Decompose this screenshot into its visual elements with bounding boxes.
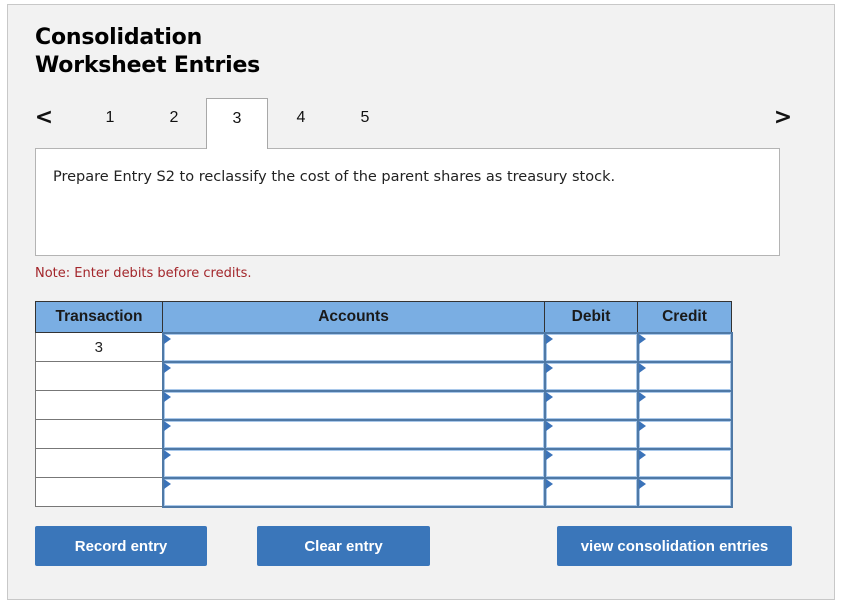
credit-input[interactable] xyxy=(638,391,731,419)
view-consolidation-entries-button[interactable]: view consolidation entries xyxy=(557,526,792,566)
transaction-cell: 3 xyxy=(35,332,163,362)
dropdown-marker-icon xyxy=(638,391,646,402)
tab-2[interactable]: 2 xyxy=(143,98,205,148)
dropdown-marker-icon xyxy=(163,333,171,344)
record-entry-button[interactable]: Record entry xyxy=(35,526,207,566)
dropdown-marker-icon xyxy=(163,478,171,489)
dropdown-marker-icon xyxy=(163,420,171,431)
dropdown-marker-icon xyxy=(545,449,553,460)
journal-entry-table: Transaction Accounts Debit Credit 3 xyxy=(35,301,733,508)
debit-input[interactable] xyxy=(545,333,637,361)
account-cell xyxy=(161,476,546,508)
account-cell xyxy=(161,331,546,363)
dropdown-marker-icon xyxy=(638,420,646,431)
table-row xyxy=(35,389,733,421)
title-line-1: Consolidation xyxy=(35,25,203,50)
debit-cell xyxy=(543,476,639,508)
column-header-transaction: Transaction xyxy=(35,301,163,333)
question-text: Prepare Entry S2 to reclassify the cost … xyxy=(53,169,616,185)
table-row xyxy=(35,447,733,479)
credit-cell xyxy=(636,389,733,421)
column-header-debit: Debit xyxy=(544,301,638,333)
account-dropdown[interactable] xyxy=(163,362,544,390)
account-cell xyxy=(161,389,546,421)
debit-cell xyxy=(543,418,639,450)
dropdown-marker-icon xyxy=(545,420,553,431)
account-cell xyxy=(161,418,546,450)
tab-5[interactable]: 5 xyxy=(334,98,396,148)
column-header-accounts: Accounts xyxy=(162,301,545,333)
account-cell xyxy=(161,447,546,479)
credit-cell xyxy=(636,418,733,450)
dropdown-marker-icon xyxy=(545,333,553,344)
dropdown-marker-icon xyxy=(638,333,646,344)
dropdown-marker-icon xyxy=(163,449,171,460)
account-cell xyxy=(161,360,546,392)
debit-cell xyxy=(543,389,639,421)
credit-input[interactable] xyxy=(638,333,731,361)
account-dropdown[interactable] xyxy=(163,449,544,477)
column-header-credit: Credit xyxy=(637,301,732,333)
account-dropdown[interactable] xyxy=(163,391,544,419)
debit-input[interactable] xyxy=(545,362,637,390)
dropdown-marker-icon xyxy=(163,391,171,402)
debit-input[interactable] xyxy=(545,478,637,506)
transaction-cell xyxy=(35,419,163,449)
debit-cell xyxy=(543,331,639,363)
debit-input[interactable] xyxy=(545,420,637,448)
note-text: Note: Enter debits before credits. xyxy=(35,266,252,281)
credit-cell xyxy=(636,331,733,363)
question-box: Prepare Entry S2 to reclassify the cost … xyxy=(35,148,780,256)
dropdown-marker-icon xyxy=(638,362,646,373)
credit-cell xyxy=(636,447,733,479)
credit-input[interactable] xyxy=(638,449,731,477)
table-row: 3 xyxy=(35,331,733,363)
table-header-row: Transaction Accounts Debit Credit xyxy=(35,301,732,333)
table-row xyxy=(35,418,733,450)
dropdown-marker-icon xyxy=(638,478,646,489)
chevron-right-icon[interactable]: > xyxy=(773,106,793,130)
credit-input[interactable] xyxy=(638,478,731,506)
transaction-cell xyxy=(35,361,163,391)
dropdown-marker-icon xyxy=(545,391,553,402)
credit-cell xyxy=(636,476,733,508)
chevron-left-icon[interactable]: < xyxy=(34,106,54,130)
credit-input[interactable] xyxy=(638,420,731,448)
debit-cell xyxy=(543,447,639,479)
account-dropdown[interactable] xyxy=(163,478,544,506)
dropdown-marker-icon xyxy=(638,449,646,460)
debit-cell xyxy=(543,360,639,392)
page-title: Consolidation Worksheet Entries xyxy=(35,24,260,80)
tab-1[interactable]: 1 xyxy=(79,98,141,148)
credit-input[interactable] xyxy=(638,362,731,390)
transaction-cell xyxy=(35,477,163,507)
account-dropdown[interactable] xyxy=(163,420,544,448)
title-line-2: Worksheet Entries xyxy=(35,53,261,78)
tab-4[interactable]: 4 xyxy=(270,98,332,148)
table-row xyxy=(35,360,733,392)
transaction-cell xyxy=(35,448,163,478)
dropdown-marker-icon xyxy=(163,362,171,373)
credit-cell xyxy=(636,360,733,392)
clear-entry-button[interactable]: Clear entry xyxy=(257,526,430,566)
debit-input[interactable] xyxy=(545,391,637,419)
table-row xyxy=(35,476,733,508)
dropdown-marker-icon xyxy=(545,362,553,373)
transaction-cell xyxy=(35,390,163,420)
debit-input[interactable] xyxy=(545,449,637,477)
tab-3[interactable]: 3 xyxy=(206,98,268,149)
account-dropdown[interactable] xyxy=(163,333,544,361)
dropdown-marker-icon xyxy=(545,478,553,489)
